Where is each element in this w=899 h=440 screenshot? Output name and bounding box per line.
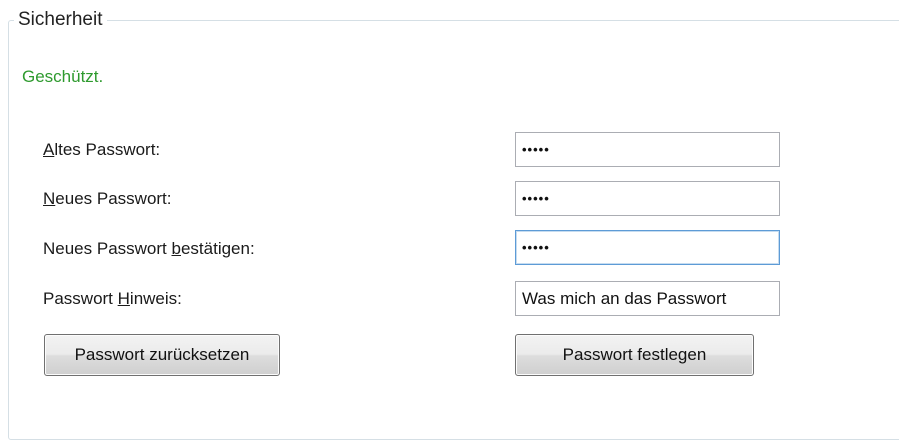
mnemonic-underline: H bbox=[117, 289, 130, 308]
group-title: Sicherheit bbox=[14, 8, 107, 32]
mnemonic-underline: A bbox=[43, 140, 55, 159]
confirm-password-field[interactable]: ••••• bbox=[515, 230, 780, 265]
confirm-password-label: Neues Passwort bestätigen: bbox=[43, 239, 255, 258]
status-text: Geschützt. bbox=[22, 67, 104, 86]
set-password-button[interactable]: Passwort festlegen bbox=[515, 334, 754, 376]
old-password-field[interactable]: ••••• bbox=[515, 132, 780, 167]
password-hint-field[interactable]: Was mich an das Passwort bbox=[515, 281, 780, 316]
reset-password-button[interactable]: Passwort zurücksetzen bbox=[44, 334, 280, 376]
password-hint-label: Passwort Hinweis: bbox=[43, 289, 182, 308]
mnemonic-underline: b bbox=[171, 239, 181, 258]
new-password-field[interactable]: ••••• bbox=[515, 181, 780, 216]
mnemonic-underline: N bbox=[43, 189, 56, 208]
new-password-label: Neues Passwort: bbox=[43, 189, 172, 208]
old-password-label: Altes Passwort: bbox=[43, 140, 161, 159]
